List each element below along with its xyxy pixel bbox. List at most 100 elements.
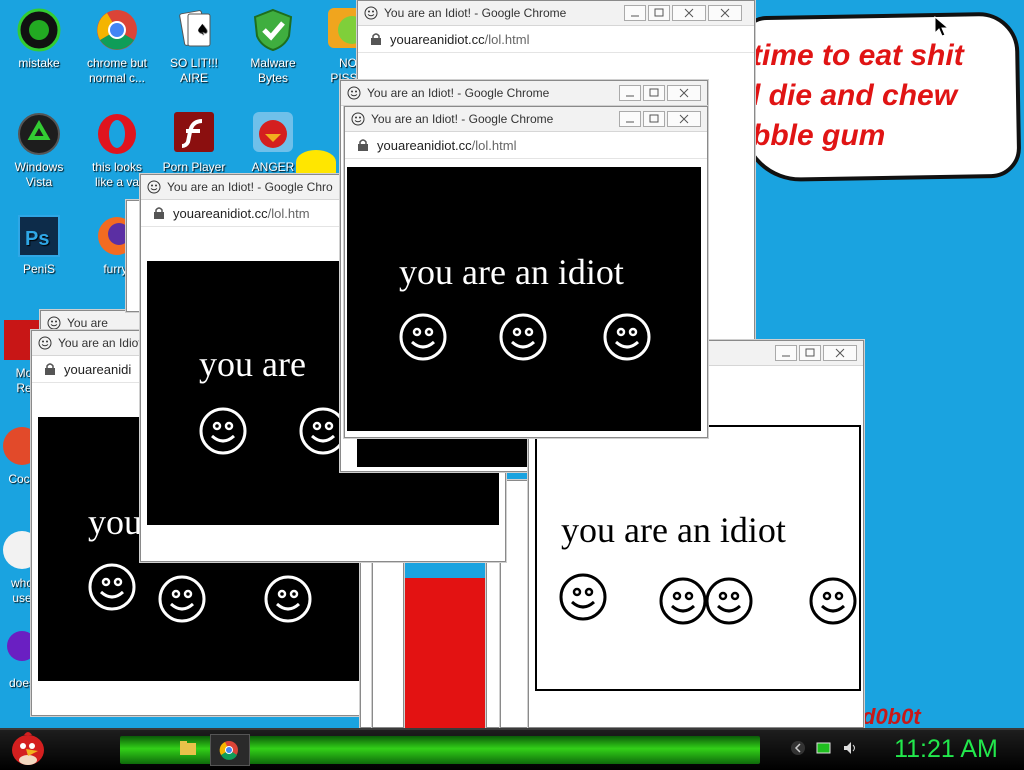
desktop-icon-label: ANGER xyxy=(251,160,295,174)
minimize-button[interactable] xyxy=(619,85,641,101)
desktop-icon-mistake[interactable]: mistake xyxy=(3,8,75,71)
window-title: You are an Idiot! - Google Chrome xyxy=(371,112,554,126)
desktop: time to eat shit l die and chew bble gum… xyxy=(0,0,1024,728)
window-titlebar[interactable]: You are an Idiot! - Google Chrome xyxy=(345,107,707,132)
speech-line: l die and chew xyxy=(752,79,958,112)
smiley-icon xyxy=(88,563,136,611)
minimize-button[interactable] xyxy=(619,111,641,127)
window-titlebar[interactable]: You are an Idiot! - Google Chrome xyxy=(358,1,754,26)
maximize-button[interactable] xyxy=(648,5,670,21)
desktop-icon-label: mistake xyxy=(18,56,60,70)
battery-icon[interactable] xyxy=(816,740,832,756)
svg-text:Ps: Ps xyxy=(25,228,49,250)
chevron-left-icon[interactable] xyxy=(790,740,806,756)
wallpaper-red-block xyxy=(400,578,496,728)
close-button[interactable] xyxy=(667,85,701,101)
taskbar-clock[interactable]: 11:21 AM xyxy=(876,732,1016,766)
window-title: You are an Idiot! - Google Chrome xyxy=(367,86,550,100)
opera-icon xyxy=(98,114,136,154)
desktop-icon-malwarebytes[interactable]: Malware Bytes xyxy=(237,8,309,86)
desktop-icon-label: Malware xyxy=(250,56,296,70)
taskbar xyxy=(0,728,1024,770)
smiley-favicon-icon xyxy=(147,180,161,194)
desktop-icon-label: this looks xyxy=(91,160,143,174)
smiley-icon xyxy=(809,577,857,625)
minimize-button[interactable] xyxy=(775,345,797,361)
smiley-icon xyxy=(659,577,707,625)
flash-icon xyxy=(174,112,214,152)
close-button[interactable] xyxy=(823,345,857,361)
idiot-message: you are an idiot xyxy=(399,252,624,292)
lock-icon xyxy=(154,207,164,219)
close-button[interactable] xyxy=(667,111,701,127)
mouse-cursor-icon xyxy=(934,16,950,37)
desktop-icon-label: PeniS xyxy=(22,262,56,276)
maximize-button[interactable] xyxy=(643,111,665,127)
angry-bird-icon xyxy=(253,112,293,152)
taskbar-chrome-button[interactable] xyxy=(210,734,250,766)
speech-line: bble gum xyxy=(752,119,886,152)
address-host: youareanidiot.cc xyxy=(390,31,485,47)
smiley-icon xyxy=(603,313,651,361)
desktop-icon-label: chrome but xyxy=(86,56,148,70)
close-button[interactable] xyxy=(672,5,706,21)
address-host: youareanidiot.cc xyxy=(377,137,472,153)
address-path: /lol.htm xyxy=(267,205,310,221)
maximize-button[interactable] xyxy=(799,345,821,361)
window-title: You are an Idiot! - Google Chrome xyxy=(384,6,567,20)
desktop-icon-chrome[interactable]: chrome but normal c... xyxy=(81,8,153,86)
desktop-icon-label: Porn Player xyxy=(162,160,226,174)
address-path: /lol.html xyxy=(471,137,517,153)
idiot-message: you xyxy=(88,502,142,542)
volume-icon[interactable] xyxy=(842,740,858,756)
desktop-icon-photoshop[interactable]: Ps PeniS xyxy=(3,214,75,277)
file-explorer-icon[interactable] xyxy=(172,734,204,764)
start-button-angry-bird-icon[interactable] xyxy=(8,729,48,767)
malwarebytes-icon xyxy=(253,8,293,52)
svg-text:♠: ♠ xyxy=(196,22,209,38)
page-content: you are an idiot xyxy=(347,167,701,431)
chrome-icon xyxy=(219,741,238,760)
smiley-icon xyxy=(705,577,753,625)
smiley-favicon-icon xyxy=(351,112,365,126)
address-bar[interactable]: youareanidiot.cc/lol.html xyxy=(345,132,707,159)
address-path: /lol.html xyxy=(484,31,530,47)
recycle-icon xyxy=(18,113,60,155)
maximize-button[interactable] xyxy=(643,85,665,101)
lock-icon xyxy=(371,33,381,45)
smiley-icon xyxy=(559,573,607,621)
smiley-favicon-icon xyxy=(47,316,61,330)
smiley-icon xyxy=(264,575,312,623)
desktop-icon-solitaire[interactable]: ♠ SO LIT!!! AIRE xyxy=(158,8,230,86)
browser-window[interactable]: You are an Idiot! - Google Chrome youare… xyxy=(344,106,708,438)
smiley-icon xyxy=(199,407,247,455)
solitaire-icon: ♠ xyxy=(179,10,211,47)
address-host: youareanidi xyxy=(64,361,132,377)
address-host: youareanidiot.cc xyxy=(173,205,268,221)
desktop-icon-flash[interactable]: Porn Player xyxy=(158,112,230,175)
chrome-icon xyxy=(97,10,137,50)
desktop-icon-label: Vista xyxy=(25,175,53,189)
smiley-icon xyxy=(399,313,447,361)
desktop-icon-anger[interactable]: ANGER xyxy=(237,112,309,175)
smiley-favicon-icon xyxy=(38,336,52,350)
desktop-icon-label: Bytes xyxy=(257,71,288,85)
speech-line: time to eat shit xyxy=(752,39,964,72)
smiley-favicon-icon xyxy=(347,86,361,100)
desktop-icon-label: normal c... xyxy=(88,71,145,85)
address-bar[interactable]: youareanidiot.cc/lol.html xyxy=(358,26,754,53)
window-titlebar[interactable]: You are an Idiot! - Google Chrome xyxy=(341,81,707,106)
speech-bubble-text: time to eat shit l die and chew bble gum xyxy=(752,36,1022,156)
idiot-message: you are an idiot xyxy=(561,510,786,550)
smiley-icon xyxy=(158,575,206,623)
lock-icon xyxy=(358,139,368,151)
desktop-icon-windows-vista[interactable]: Windows Vista xyxy=(3,112,75,190)
close-button[interactable] xyxy=(708,5,742,21)
minimize-button[interactable] xyxy=(624,5,646,21)
mistake-icon xyxy=(17,8,61,52)
desktop-icon-label: SO LIT!!! xyxy=(169,56,218,70)
idiot-message: you are xyxy=(199,344,306,384)
lock-icon xyxy=(45,363,55,375)
wallpaper-signature: d0b0t xyxy=(862,704,921,728)
smiley-icon xyxy=(499,313,547,361)
